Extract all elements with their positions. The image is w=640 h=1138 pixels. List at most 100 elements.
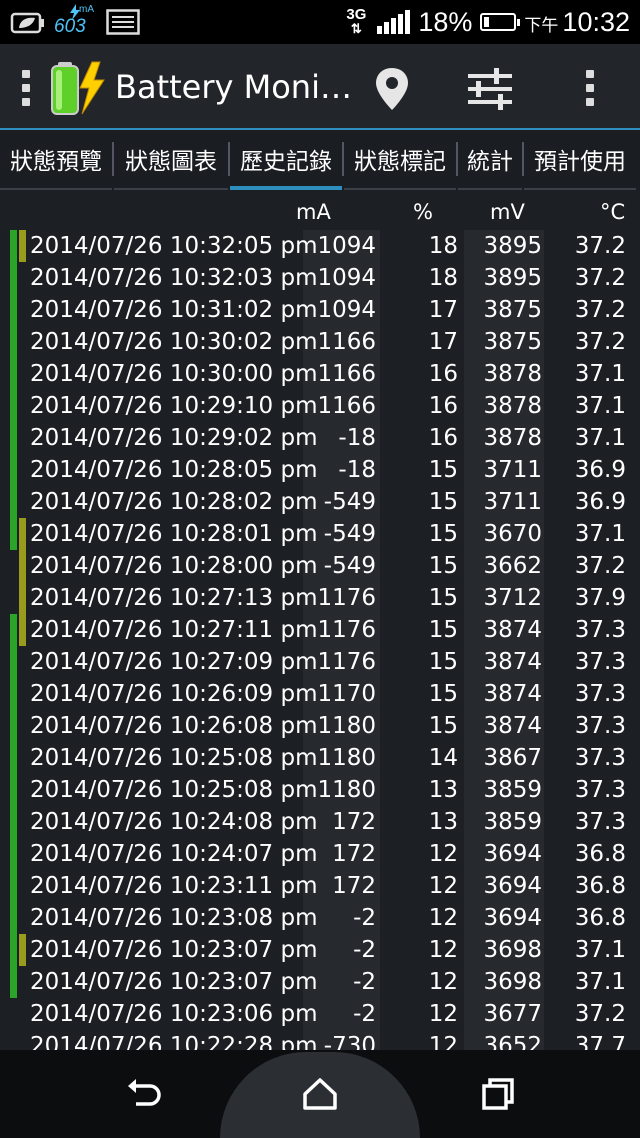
tab-history[interactable]: 歷史記錄 (230, 130, 342, 190)
percent-cell: 17 (428, 329, 458, 355)
status-marker (19, 614, 26, 646)
temperature-cell: 37.3 (574, 777, 626, 803)
settings-sliders-icon[interactable] (466, 66, 514, 112)
tab-label: 狀態預覽 (10, 149, 102, 175)
status-marker (10, 934, 17, 966)
status-marker (19, 582, 26, 614)
percent-cell: 14 (428, 745, 458, 771)
table-row[interactable]: 2014/07/26 10:23:07 pm -2 12 3698 37.1 (0, 934, 640, 966)
table-row[interactable]: 2014/07/26 10:26:09 pm 1170 15 3874 37.3 (0, 678, 640, 710)
mv-cell: 3662 (483, 553, 542, 579)
table-row[interactable]: 2014/07/26 10:27:11 pm 1176 15 3874 37.3 (0, 614, 640, 646)
timestamp-cell: 2014/07/26 10:24:08 pm (30, 809, 318, 835)
timestamp-cell: 2014/07/26 10:22:28 pm (30, 1033, 318, 1050)
table-row[interactable]: 2014/07/26 10:27:13 pm 1176 15 3712 37.9 (0, 582, 640, 614)
mv-cell: 3874 (483, 681, 542, 707)
table-row[interactable]: 2014/07/26 10:31:02 pm 1094 17 3875 37.2 (0, 294, 640, 326)
table-row[interactable]: 2014/07/26 10:29:10 pm 1166 16 3878 37.1 (0, 390, 640, 422)
clock: 下午 10:32 (524, 7, 630, 38)
location-pin-icon[interactable] (372, 66, 412, 112)
mv-cell: 3711 (483, 457, 542, 483)
ma-cell: 172 (332, 841, 376, 867)
table-row[interactable]: 2014/07/26 10:23:06 pm -2 12 3677 37.2 (0, 998, 640, 1030)
mv-cell: 3694 (483, 905, 542, 931)
overflow-menu-icon[interactable] (586, 70, 594, 106)
ma-cell: 1166 (317, 329, 376, 355)
status-marker (10, 646, 17, 678)
ma-cell: -549 (323, 489, 376, 515)
percent-cell: 12 (428, 969, 458, 995)
drawer-menu-icon[interactable] (22, 70, 30, 106)
temperature-cell: 37.2 (574, 553, 626, 579)
table-row[interactable]: 2014/07/26 10:32:05 pm 1094 18 3895 37.2 (0, 230, 640, 262)
status-marker (10, 614, 17, 646)
ma-cell: 1180 (317, 777, 376, 803)
timestamp-cell: 2014/07/26 10:25:08 pm (30, 777, 318, 803)
tab-status-overview[interactable]: 狀態預覽 (0, 130, 112, 188)
status-icons-right: 3G ⇅ 18% 下午 10:32 (343, 0, 630, 44)
timestamp-cell: 2014/07/26 10:27:11 pm (30, 617, 318, 643)
table-row[interactable]: 2014/07/26 10:30:00 pm 1166 16 3878 37.1 (0, 358, 640, 390)
table-row[interactable]: 2014/07/26 10:23:11 pm 172 12 3694 36.8 (0, 870, 640, 902)
tab-estimated-usage[interactable]: 預計使用 (524, 130, 636, 188)
action-bar: Battery Moni… (0, 44, 640, 132)
ma-cell: 1094 (317, 265, 376, 291)
history-table[interactable]: mA % mV °C 2014/07/26 10:32:05 pm 1094 18 3… (0, 190, 640, 1050)
table-row[interactable]: 2014/07/26 10:28:05 pm -18 15 3711 36.9 (0, 454, 640, 486)
tab-statistics[interactable]: 統計 (458, 130, 522, 188)
table-row[interactable]: 2014/07/26 10:23:07 pm -2 12 3698 37.1 (0, 966, 640, 998)
home-icon[interactable] (296, 1072, 344, 1116)
temperature-cell: 36.9 (574, 457, 626, 483)
leaf-battery-icon (10, 12, 44, 34)
table-row[interactable]: 2014/07/26 10:29:02 pm -18 16 3878 37.1 (0, 422, 640, 454)
table-row[interactable]: 2014/07/26 10:25:08 pm 1180 13 3859 37.3 (0, 774, 640, 806)
network-3g-icon: 3G ⇅ (343, 7, 369, 36)
back-icon[interactable] (120, 1072, 168, 1116)
table-row[interactable]: 2014/07/26 10:32:03 pm 1094 18 3895 37.2 (0, 262, 640, 294)
percent-cell: 18 (428, 265, 458, 291)
mv-cell: 3694 (483, 841, 542, 867)
percent-cell: 12 (428, 873, 458, 899)
tab-status-markers[interactable]: 狀態標記 (344, 130, 456, 188)
temperature-cell: 37.1 (574, 425, 626, 451)
temperature-cell: 37.9 (574, 585, 626, 611)
table-row[interactable]: 2014/07/26 10:28:02 pm -549 15 3711 36.9 (0, 486, 640, 518)
temperature-cell: 37.1 (574, 361, 626, 387)
ma-cell: 1166 (317, 361, 376, 387)
table-row[interactable]: 2014/07/26 10:25:08 pm 1180 14 3867 37.3 (0, 742, 640, 774)
status-marker (10, 358, 17, 390)
ma-cell: -18 (338, 425, 376, 451)
timestamp-cell: 2014/07/26 10:26:08 pm (30, 713, 318, 739)
mv-cell: 3859 (483, 809, 542, 835)
percent-cell: 12 (428, 1001, 458, 1027)
mv-cell: 3874 (483, 617, 542, 643)
ma-cell: 1166 (317, 393, 376, 419)
tab-label: 狀態標記 (354, 149, 446, 175)
table-row[interactable]: 2014/07/26 10:27:09 pm 1176 15 3874 37.3 (0, 646, 640, 678)
mv-cell: 3878 (483, 361, 542, 387)
timestamp-cell: 2014/07/26 10:27:13 pm (30, 585, 318, 611)
ma-cell: -730 (323, 1033, 376, 1050)
timestamp-cell: 2014/07/26 10:28:01 pm (30, 521, 318, 547)
table-row[interactable]: 2014/07/26 10:28:01 pm -549 15 3670 37.1 (0, 518, 640, 550)
timestamp-cell: 2014/07/26 10:23:11 pm (30, 873, 318, 899)
percent-cell: 12 (428, 937, 458, 963)
table-row[interactable]: 2014/07/26 10:28:00 pm -549 15 3662 37.2 (0, 550, 640, 582)
timestamp-cell: 2014/07/26 10:32:05 pm (30, 233, 318, 259)
table-row[interactable]: 2014/07/26 10:26:08 pm 1180 15 3874 37.3 (0, 710, 640, 742)
table-row[interactable]: 2014/07/26 10:24:08 pm 172 13 3859 37.3 (0, 806, 640, 838)
table-header: mA % mV °C (0, 200, 640, 230)
ma-value: 603 (54, 16, 86, 37)
tab-label: 歷史記錄 (240, 149, 332, 175)
temperature-cell: 36.8 (574, 905, 626, 931)
tab-status-chart[interactable]: 狀態圖表 (114, 130, 228, 188)
table-row[interactable]: 2014/07/26 10:22:28 pm -730 12 3652 37.7 (0, 1030, 640, 1050)
recent-apps-icon[interactable] (474, 1072, 522, 1116)
percent-cell: 18 (428, 233, 458, 259)
temperature-cell: 37.1 (574, 937, 626, 963)
table-row[interactable]: 2014/07/26 10:30:02 pm 1166 17 3875 37.2 (0, 326, 640, 358)
ma-cell: -2 (353, 905, 376, 931)
status-marker (10, 518, 17, 550)
table-row[interactable]: 2014/07/26 10:23:08 pm -2 12 3694 36.8 (0, 902, 640, 934)
table-row[interactable]: 2014/07/26 10:24:07 pm 172 12 3694 36.8 (0, 838, 640, 870)
